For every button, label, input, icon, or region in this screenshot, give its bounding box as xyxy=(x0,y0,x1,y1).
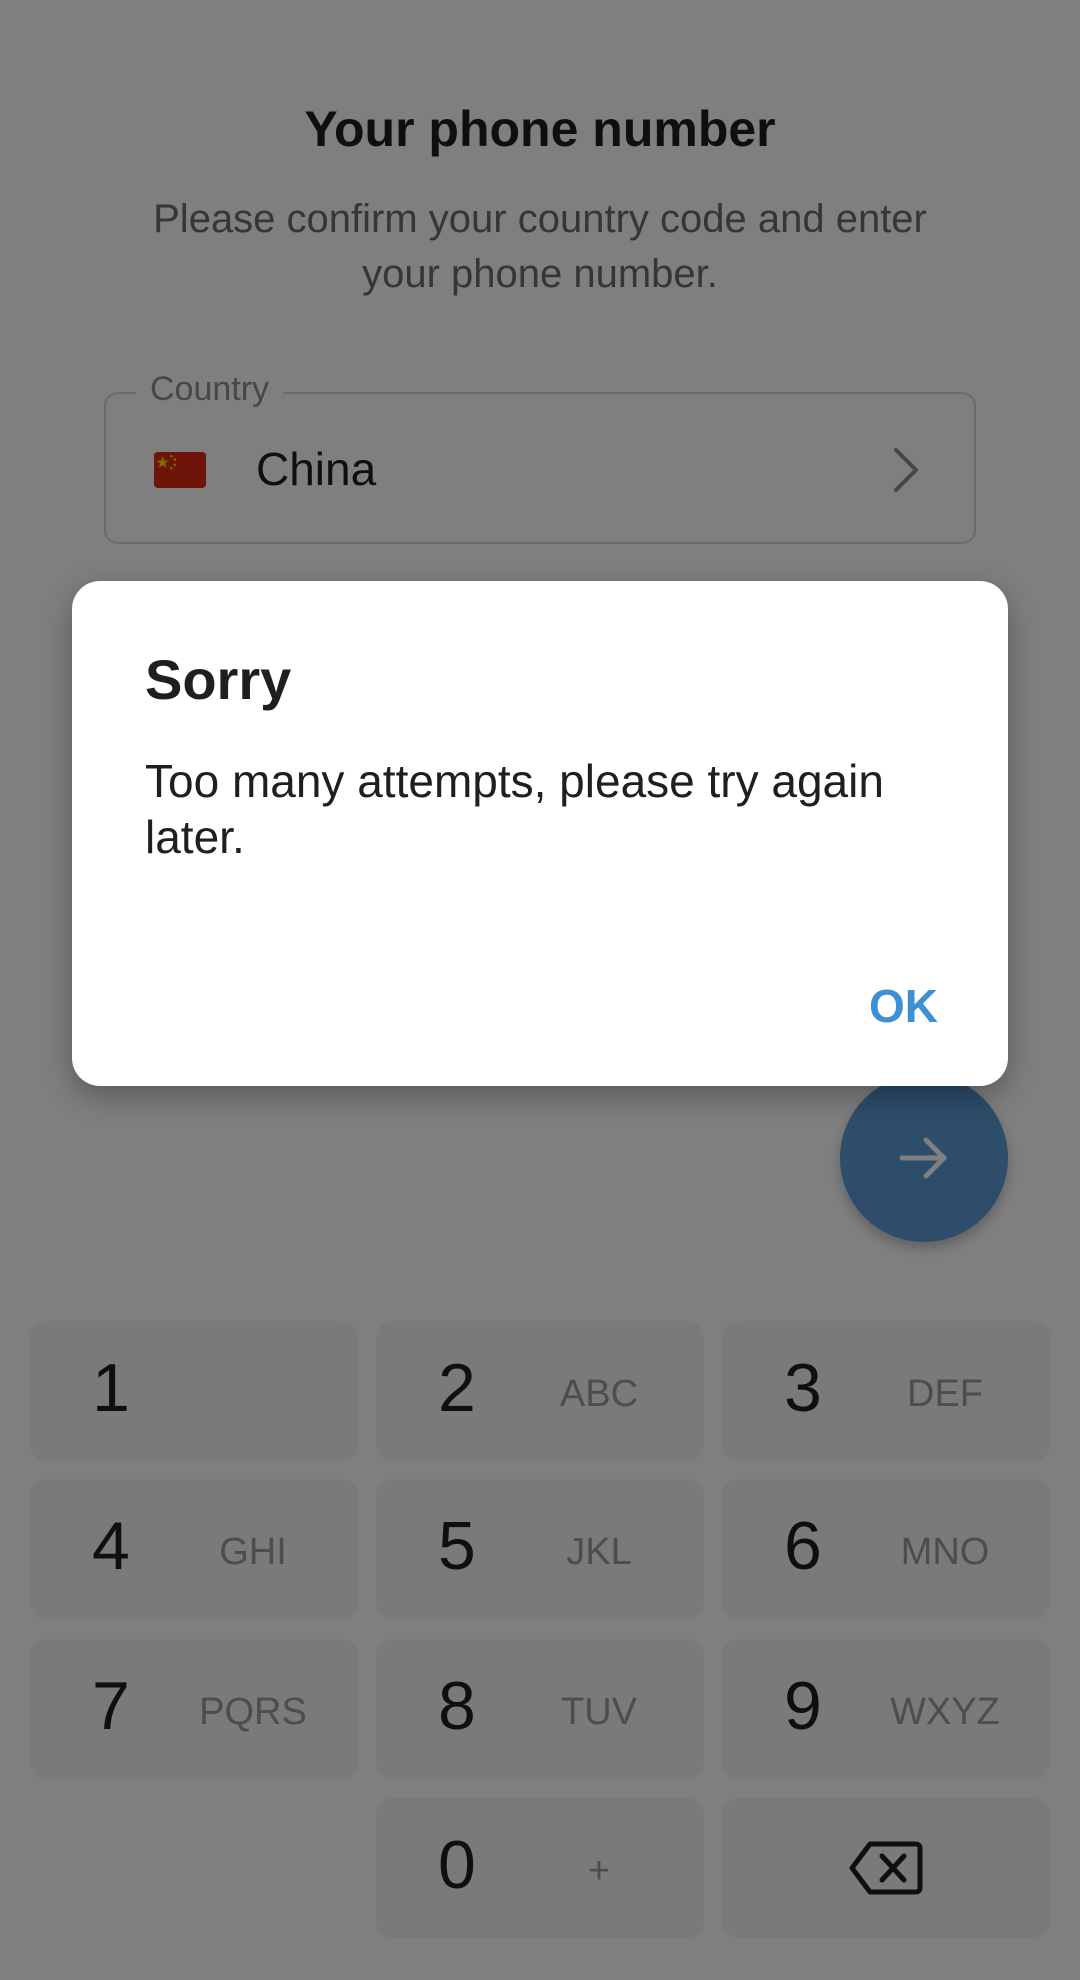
dialog-title: Sorry xyxy=(145,648,292,711)
dialog-message: Too many attempts, please try again late… xyxy=(145,755,884,863)
ok-button[interactable]: OK xyxy=(869,979,938,1033)
phone-login-screen: Your phone number Please confirm your co… xyxy=(0,0,1080,1980)
error-dialog: Sorry Too many attempts, please try agai… xyxy=(72,581,1008,1086)
